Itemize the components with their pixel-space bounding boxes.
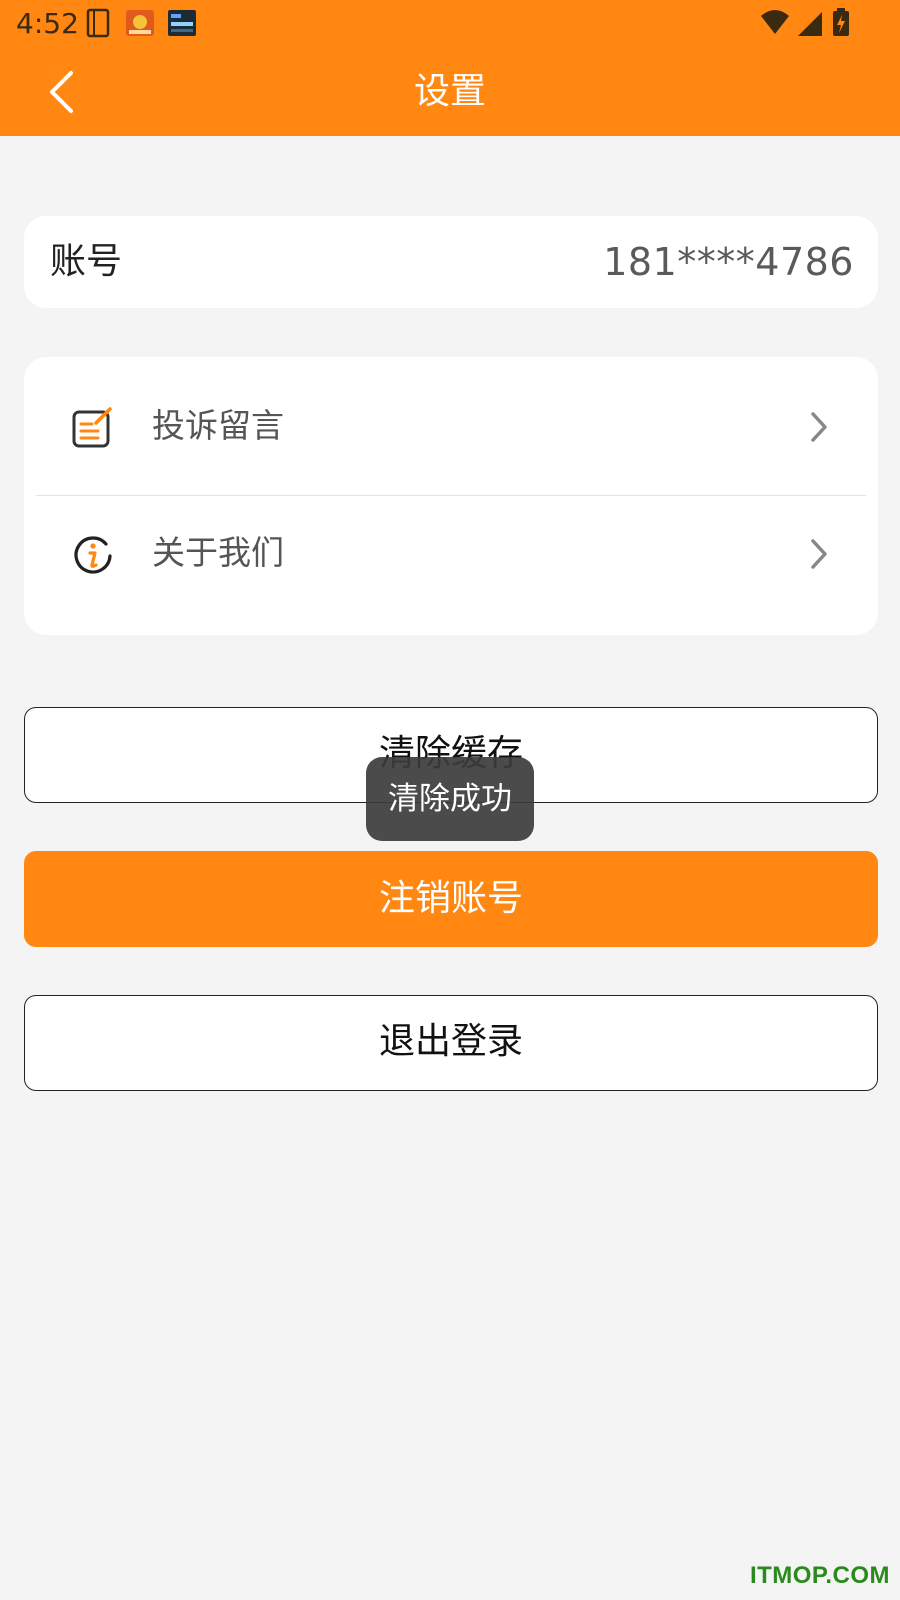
edit-note-icon — [72, 407, 112, 448]
chevron-right-icon — [811, 539, 827, 569]
menu-item-label: 关于我们 — [152, 533, 284, 572]
menu-item-label: 投诉留言 — [152, 406, 284, 445]
notification-icons — [84, 8, 196, 38]
account-value: 181****4786 — [603, 240, 854, 284]
menu-item-complaint[interactable]: 投诉留言 — [36, 363, 866, 489]
wifi-icon — [761, 10, 789, 34]
chevron-right-icon — [811, 412, 827, 442]
battery-charging-icon — [833, 8, 849, 36]
account-label: 账号 — [50, 241, 123, 282]
menu-item-about-us[interactable]: 关于我们 — [36, 490, 866, 616]
account-card: 账号 181****4786 — [24, 216, 878, 308]
logout-button[interactable]: 退出登录 — [24, 995, 878, 1091]
notebook-icon — [86, 8, 110, 38]
cancel-account-button[interactable]: 注销账号 — [24, 851, 878, 947]
toast-message: 清除成功 — [366, 757, 534, 841]
status-time: 4:52 — [16, 7, 79, 40]
menu-card: 投诉留言 关于我们 — [24, 357, 878, 635]
status-bar: 4:52 — [0, 0, 900, 48]
info-circle-icon — [74, 536, 112, 574]
clock-widget-icon — [168, 10, 196, 36]
page-title: 设置 — [413, 71, 486, 112]
app-bar: 设置 — [0, 48, 900, 136]
app-thumbnail-icon — [126, 10, 154, 36]
watermark: ITMOP.COM — [749, 1562, 890, 1589]
cell-signal-icon — [798, 12, 822, 36]
status-right-icons — [760, 8, 852, 38]
